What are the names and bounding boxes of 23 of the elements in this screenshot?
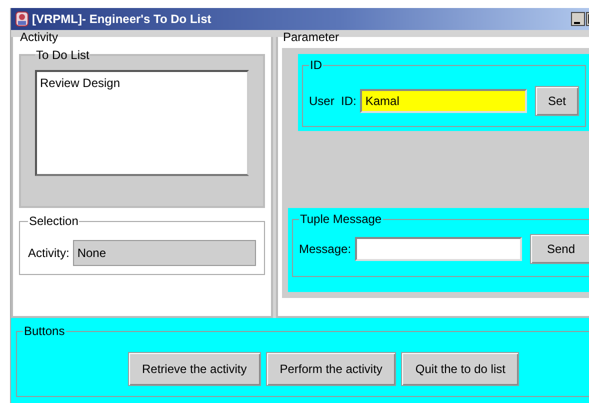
field-label: Activity: bbox=[28, 246, 70, 260]
window-title: [VRPML]- Engineer's To Do List bbox=[32, 12, 212, 26]
panel-title: ID bbox=[309, 58, 323, 72]
todo-list[interactable]: Review Design bbox=[35, 70, 249, 176]
app-icon bbox=[15, 11, 29, 27]
field-label: User ID: bbox=[309, 94, 356, 108]
panel-title: Activity bbox=[19, 30, 60, 44]
set-button[interactable]: Set bbox=[534, 86, 579, 116]
panel-title: Buttons bbox=[23, 324, 66, 338]
action-button[interactable]: Perform the activity bbox=[266, 352, 396, 386]
message-field[interactable] bbox=[355, 237, 522, 261]
list-item[interactable]: Review Design bbox=[40, 76, 244, 90]
minimize-icon[interactable] bbox=[571, 12, 585, 26]
panel-title: To Do List bbox=[35, 48, 90, 62]
action-button[interactable]: Quit the to do list bbox=[401, 352, 520, 386]
send-button[interactable]: Send bbox=[530, 234, 589, 264]
field-label: Message: bbox=[299, 242, 352, 256]
panel-title: Selection bbox=[28, 214, 80, 228]
activity-field: None bbox=[73, 240, 256, 266]
action-button[interactable]: Retrieve the activity bbox=[128, 352, 261, 386]
user-id-field[interactable]: Kamal bbox=[360, 89, 527, 113]
panel-title: Parameter bbox=[282, 30, 340, 44]
panel-title: Tuple Message bbox=[299, 212, 383, 226]
